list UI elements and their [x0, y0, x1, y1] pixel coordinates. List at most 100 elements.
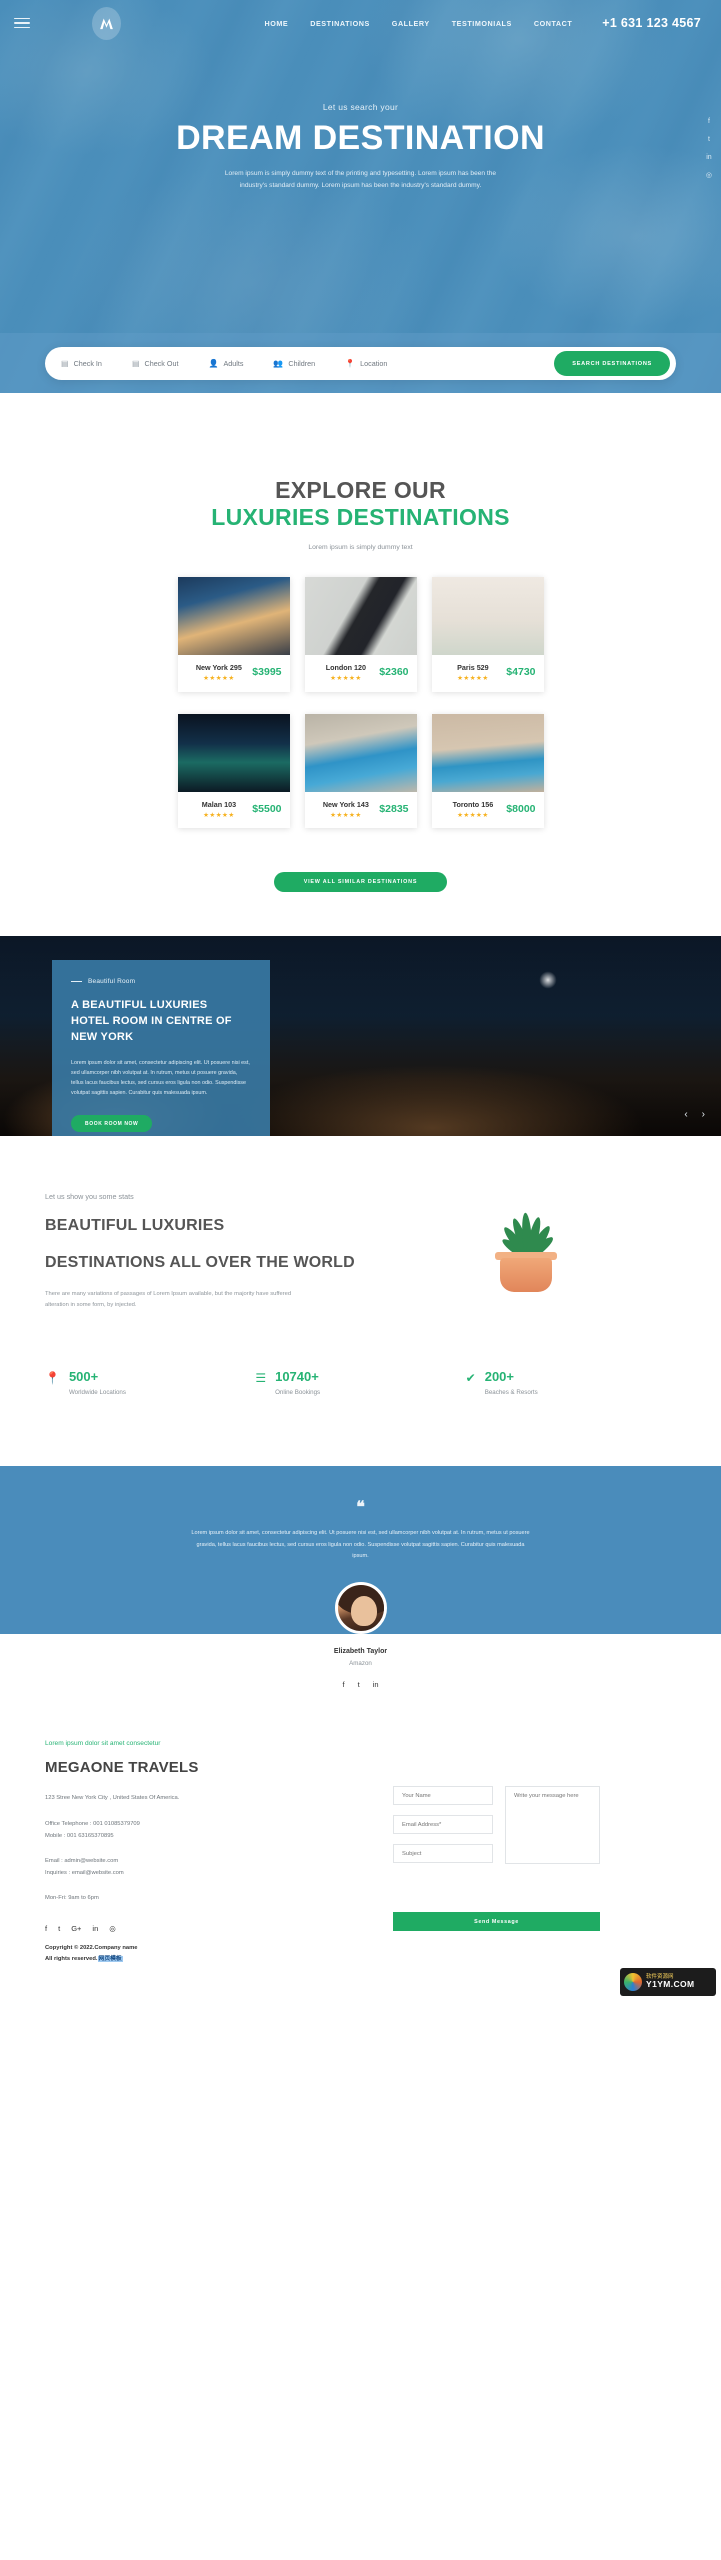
template-credit-link[interactable]: 网页模板 [97, 1956, 123, 1963]
watermark-badge: 软件资源网 Y1YM.COM [620, 1967, 716, 1996]
search-field-location[interactable]: 📍 Location [345, 359, 387, 368]
destination-card[interactable]: Paris 529 ★★★★★ $4730 [431, 577, 544, 692]
facebook-icon[interactable]: f [708, 118, 710, 125]
avatar [334, 1581, 387, 1634]
hamburger-icon[interactable] [14, 17, 30, 29]
nav-link-destinations[interactable]: DESTINATIONS [310, 19, 370, 28]
footer-social-links: f t G+ in ◎ [45, 1925, 375, 1933]
chevron-left-icon[interactable]: ‹ [684, 1110, 687, 1120]
destination-price: $8000 [506, 802, 536, 815]
search-destinations-button[interactable]: SEARCH DESTINATIONS [554, 351, 670, 376]
linkedin-icon[interactable]: in [373, 1681, 379, 1689]
destination-card[interactable]: Toronto 156 ★★★★★ $8000 [431, 713, 544, 829]
footer-address: 123 Stree New York City , United States … [45, 1795, 180, 1802]
nav-link-home[interactable]: HOME [264, 19, 288, 28]
search-field-check-out[interactable]: ▤ Check Out [132, 359, 179, 368]
stat-label: Beaches & Resorts [484, 1389, 538, 1397]
hero-title: DREAM DESTINATION [176, 119, 545, 157]
facebook-icon[interactable]: f [342, 1681, 344, 1689]
banner-content-card: Beautiful Room A BEAUTIFUL LUXURIES HOTE… [52, 960, 270, 1137]
linkedin-icon[interactable]: in [706, 154, 711, 161]
footer-inquiries[interactable]: Inquiries : email@website.com [45, 1868, 375, 1880]
destination-image [177, 713, 290, 792]
stat-item-beaches: ✔ 200+ Beaches & Resorts [466, 1370, 676, 1396]
site-logo[interactable] [92, 6, 121, 40]
hero-section: HOME DESTINATIONS GALLERY TESTIMONIALS C… [0, 0, 721, 393]
footer-company-title: MEGAONE TRAVELS [45, 1759, 199, 1777]
search-field-label: Check In [73, 359, 102, 368]
avatar-face [350, 1595, 377, 1626]
header-phone-number[interactable]: +1 631 123 4567 [602, 16, 701, 30]
testimonial-text: Lorem ipsum dolor sit amet, consectetur … [191, 1530, 530, 1559]
footer-spacer [0, 1964, 721, 2001]
chevron-right-icon[interactable]: › [702, 1110, 705, 1120]
twitter-icon[interactable]: t [58, 1925, 60, 1933]
dash-icon [71, 981, 82, 983]
stat-number: 200+ [484, 1369, 515, 1385]
destination-name: New York 143 [322, 799, 369, 809]
footer-info: Lorem ipsum dolor sit amet consectetur M… [45, 1740, 375, 1965]
testimonial-author-role: Amazon [349, 1659, 372, 1667]
search-field-label: Children [288, 359, 316, 368]
twitter-icon[interactable]: t [708, 136, 710, 143]
search-field-children[interactable]: 👥 Children [273, 359, 315, 368]
footer-kicker: Lorem ipsum dolor sit amet consectetur [45, 1740, 161, 1748]
email-field[interactable] [393, 1815, 493, 1835]
banner-title-line1: A BEAUTIFUL LUXURIES [71, 999, 208, 1012]
destination-cards-row-1: New York 295 ★★★★★ $3995 London 120 ★★★★… [0, 577, 721, 692]
view-all-wrapper: VIEW ALL SIMILAR DESTINATIONS [0, 828, 721, 937]
rating-stars: ★★★★★ [457, 675, 489, 683]
search-field-adults[interactable]: 👤 Adults [208, 359, 243, 368]
nav-link-testimonials[interactable]: TESTIMONIALS [452, 19, 512, 28]
destination-image [304, 577, 417, 656]
nav-link-gallery[interactable]: GALLERY [392, 19, 430, 28]
instagram-icon[interactable]: ◎ [109, 1925, 116, 1933]
rating-stars: ★★★★★ [330, 811, 362, 819]
testimonial-author-name: Elizabeth Taylor [333, 1647, 388, 1655]
footer-copyright: Copyright © 2022.Company name All rights… [45, 1943, 375, 1964]
twitter-icon[interactable]: t [358, 1681, 360, 1689]
stat-item-locations: 📍 500+ Worldwide Locations [45, 1370, 255, 1396]
location-pin-icon: 📍 [345, 358, 356, 368]
search-field-label: Check Out [144, 359, 179, 368]
explore-subtitle: Lorem ipsum is simply dummy text [308, 544, 413, 552]
subject-field[interactable] [393, 1844, 493, 1864]
testimonial-section: ❝ Lorem ipsum dolor sit amet, consectetu… [0, 1466, 721, 1634]
rating-stars: ★★★★★ [457, 811, 489, 819]
stat-label: Online Bookings [275, 1389, 321, 1397]
calendar-icon: ▤ [61, 358, 69, 368]
stats-text-block: Let us show you some stats BEAUTIFUL LUX… [45, 1192, 375, 1310]
list-icon: ☰ [255, 1371, 267, 1386]
destination-price: $2835 [379, 802, 409, 815]
banner-carousel-arrows: ‹ › [684, 1110, 705, 1120]
stat-number: 10740+ [275, 1369, 319, 1385]
send-message-button[interactable]: Send Message [393, 1912, 600, 1932]
linkedin-icon[interactable]: in [92, 1925, 98, 1933]
destination-image [431, 713, 544, 792]
explore-title-line1: EXPLORE OUR [275, 477, 446, 503]
stats-section: Let us show you some stats BEAUTIFUL LUX… [0, 1136, 721, 1371]
destination-card[interactable]: New York 295 ★★★★★ $3995 [177, 577, 290, 692]
destination-name: Toronto 156 [452, 799, 494, 809]
destination-image [177, 577, 290, 656]
view-all-destinations-button[interactable]: VIEW ALL SIMILAR DESTINATIONS [273, 872, 448, 893]
destination-card[interactable]: Malan 103 ★★★★★ $5500 [177, 713, 290, 829]
nav-link-contact[interactable]: CONTACT [534, 19, 572, 28]
stats-kicker: Let us show you some stats [45, 1192, 134, 1202]
destination-card[interactable]: London 120 ★★★★★ $2360 [304, 577, 417, 692]
message-field[interactable] [505, 1786, 600, 1865]
destination-cards-row-2: Malan 103 ★★★★★ $5500 New York 143 ★★★★★… [0, 713, 721, 829]
book-room-now-button[interactable]: BOOK ROOM NOW [71, 1115, 153, 1133]
location-pin-icon: 📍 [45, 1371, 60, 1386]
search-field-check-in[interactable]: ▤ Check In [61, 359, 102, 368]
destination-card[interactable]: New York 143 ★★★★★ $2835 [304, 713, 417, 829]
instagram-icon[interactable]: ◎ [706, 172, 712, 179]
destination-price: $3995 [252, 666, 282, 679]
footer-email[interactable]: Email : admin@website.com [45, 1856, 375, 1868]
people-icon: 👥 [273, 358, 284, 368]
check-icon: ✔ [465, 1371, 476, 1386]
facebook-icon[interactable]: f [45, 1925, 47, 1933]
search-field-label: Location [360, 359, 388, 368]
name-field[interactable] [393, 1786, 493, 1806]
googleplus-icon[interactable]: G+ [71, 1925, 81, 1933]
